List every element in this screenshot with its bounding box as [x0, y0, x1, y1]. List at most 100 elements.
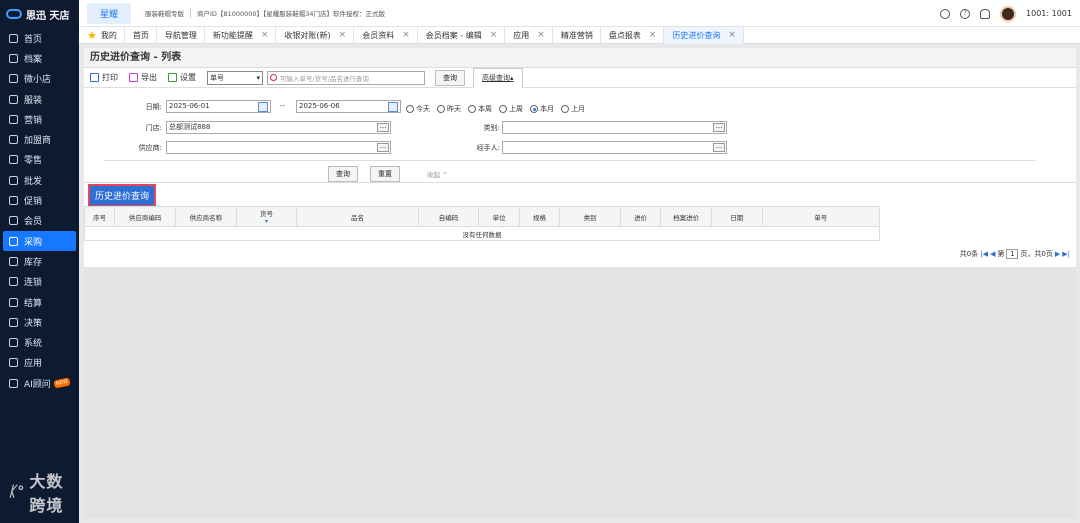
close-icon[interactable]: ×	[537, 30, 545, 40]
first-page-icon[interactable]: |◀	[980, 250, 988, 258]
sidebar-item[interactable]: 系统	[0, 332, 79, 352]
search-input[interactable]: 可输入单号/货号/品名进行查询	[267, 70, 425, 85]
settings-button[interactable]: 设置	[168, 72, 196, 83]
tab[interactable]: 盘点报表 ×	[601, 26, 665, 44]
tab-label: 会员档案 - 编辑	[425, 30, 482, 40]
close-icon[interactable]: ×	[728, 30, 736, 40]
date-radio[interactable]: 昨天	[437, 104, 461, 114]
close-icon[interactable]: ×	[490, 30, 498, 40]
avatar[interactable]	[1000, 5, 1017, 22]
sidebar-item[interactable]: 零售	[0, 150, 79, 170]
date-to-field[interactable]: 2025-06-06	[296, 100, 401, 113]
table-header-row: 序号 供应商编码 供应商名称 货号 ▾ 品名 自编码 单位 规格 类别 进价 档案进价 日期 单号	[83, 206, 881, 227]
search-icon[interactable]	[940, 8, 951, 19]
tab[interactable]: 导航管理	[157, 26, 205, 44]
sidebar-item[interactable]: 加盟商	[0, 129, 79, 149]
sidebar-item[interactable]: 批发	[0, 170, 79, 190]
sidebar-item[interactable]: 采购	[3, 230, 76, 252]
sidebar-item[interactable]: 微小店	[0, 69, 79, 89]
help-icon[interactable]: ?	[960, 8, 971, 19]
sidebar-item[interactable]: 应用	[0, 353, 79, 373]
sort-icon[interactable]: ▾	[237, 218, 297, 225]
date-radio[interactable]: 上周	[499, 104, 523, 114]
last-page-icon[interactable]: ▶|	[1062, 250, 1070, 258]
category-field[interactable]: ...	[502, 121, 727, 134]
tab[interactable]: 收银对账(新) ×	[276, 26, 355, 44]
date-radio[interactable]: 今天	[406, 104, 430, 114]
tab[interactable]: 首页	[125, 26, 157, 44]
close-icon[interactable]: ×	[261, 30, 269, 40]
sidebar-item[interactable]: 营销	[0, 109, 79, 129]
column-header[interactable]: 自编码	[417, 206, 480, 227]
date-radio[interactable]: 上月	[561, 104, 585, 114]
store-field[interactable]: 总部测试888...	[166, 121, 391, 134]
tab[interactable]: 历史进价查询 ×	[664, 26, 744, 44]
sidebar-item-label: 服装	[24, 95, 43, 106]
date-radio[interactable]: 本周	[468, 104, 492, 114]
query-panel: 历史进价查询 - 列表 打印 导出 设置 单号 ▾ 可输入单号/货号/品名进行查询…	[83, 48, 1076, 267]
sidebar-item[interactable]: 结算	[0, 292, 79, 312]
supplier-field[interactable]: ...	[166, 141, 391, 154]
column-header[interactable]: 日期	[710, 206, 763, 227]
member-icon	[9, 216, 18, 226]
query-button[interactable]: 查询	[435, 69, 465, 86]
column-header[interactable]: 单位	[478, 206, 520, 227]
column-header[interactable]: 供应商名称	[175, 206, 237, 227]
more-icon[interactable]: ...	[713, 123, 725, 132]
column-header[interactable]: 进价	[619, 206, 662, 227]
print-button[interactable]: 打印	[90, 72, 118, 83]
sidebar-item[interactable]: 促销	[0, 190, 79, 210]
close-icon[interactable]: ×	[649, 30, 657, 40]
column-header[interactable]: 货号 ▾	[235, 206, 298, 227]
calendar-icon[interactable]	[388, 102, 398, 112]
handler-label: 经手人:	[476, 144, 500, 152]
column-header[interactable]: 类别	[559, 206, 621, 227]
advanced-query-tab[interactable]: 高级查询 ▴	[473, 67, 523, 88]
calendar-icon[interactable]	[258, 102, 268, 112]
sidebar-item[interactable]: 档案	[0, 48, 79, 68]
sidebar-item[interactable]: 库存	[0, 251, 79, 271]
date-from-field[interactable]: 2025-06-01	[166, 100, 271, 113]
brand-button[interactable]: 星耀	[87, 2, 132, 24]
more-icon[interactable]: ...	[377, 123, 389, 132]
tab[interactable]: 新功能提醒 ×	[205, 26, 277, 44]
column-header[interactable]: 档案进价	[660, 206, 712, 227]
handler-field[interactable]: ...	[502, 141, 727, 154]
tab-label: 历史进价查询	[672, 30, 721, 40]
column-header[interactable]: 品名	[296, 206, 419, 227]
next-page-icon[interactable]: ▶	[1055, 250, 1060, 258]
sidebar-item[interactable]: 服装	[0, 89, 79, 109]
tab[interactable]: 应用 ×	[505, 26, 553, 44]
sidebar-item-label: 结算	[24, 298, 43, 309]
tab[interactable]: 精准营销	[553, 26, 601, 44]
column-header[interactable]: 序号	[83, 206, 116, 227]
sidebar-item[interactable]: AI顾问 NEW	[0, 373, 79, 393]
logo-text: 思迅 天店	[26, 10, 70, 22]
page-input[interactable]: 1	[1006, 249, 1019, 259]
prev-page-icon[interactable]: ◀	[990, 250, 995, 258]
column-header[interactable]: 供应商编码	[114, 206, 176, 227]
tab[interactable]: 会员档案 - 编辑 ×	[418, 26, 506, 44]
search-icon	[270, 74, 277, 81]
tab[interactable]: 会员资料 ×	[354, 26, 418, 44]
close-icon[interactable]: ×	[402, 30, 410, 40]
sidebar-item[interactable]: 首页	[0, 28, 79, 48]
search-type-select[interactable]: 单号 ▾	[207, 70, 263, 85]
column-header[interactable]: 单号	[761, 206, 881, 227]
sidebar-item[interactable]: 连锁	[0, 272, 79, 292]
more-icon[interactable]: ...	[377, 143, 389, 152]
column-header[interactable]: 规格	[518, 206, 561, 227]
filter-query-button[interactable]: 查询	[328, 166, 358, 182]
sidebar-item[interactable]: 会员	[0, 211, 79, 231]
user-id[interactable]: 1001: 1001	[1026, 9, 1072, 18]
more-icon[interactable]: ...	[713, 143, 725, 152]
date-radio[interactable]: 本月	[530, 104, 554, 114]
sidebar-item[interactable]: 决策	[0, 312, 79, 332]
bell-icon[interactable]	[980, 8, 991, 19]
close-icon[interactable]: ×	[339, 30, 347, 40]
export-button[interactable]: 导出	[129, 72, 157, 83]
collapse-link[interactable]: 收起 ^	[427, 169, 448, 179]
tab[interactable]: ★ 我的	[79, 26, 125, 44]
reset-button[interactable]: 重置	[370, 166, 400, 182]
date-separator: --	[280, 102, 286, 110]
